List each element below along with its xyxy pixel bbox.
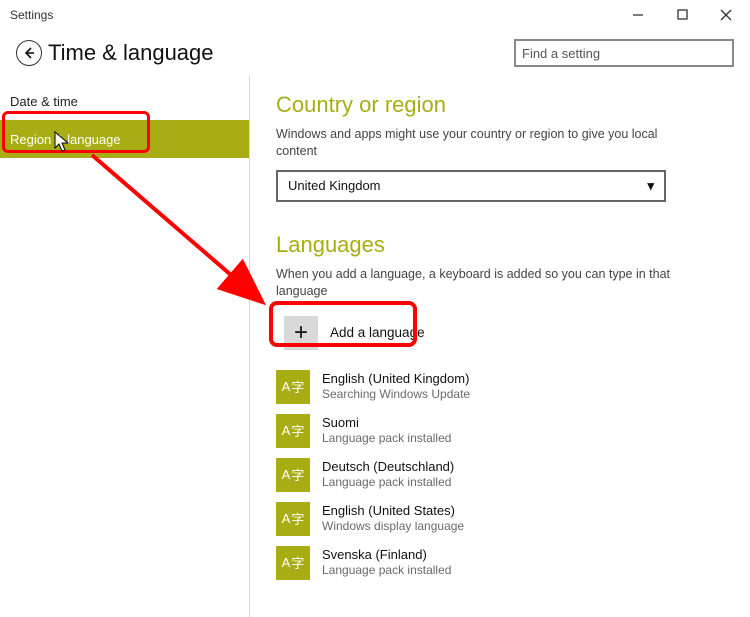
content-pane: Country or region Windows and apps might… <box>250 76 750 617</box>
sidebar: Date & time Region & language <box>0 76 250 617</box>
close-button[interactable] <box>704 0 748 30</box>
page-title: Time & language <box>48 40 514 66</box>
language-status: Windows display language <box>322 519 464 534</box>
window-title: Settings <box>10 8 616 22</box>
language-tile-icon: A字 <box>276 414 310 448</box>
language-item[interactable]: A字 English (United Kingdom) Searching Wi… <box>276 370 724 404</box>
search-input[interactable]: Find a setting <box>514 39 734 67</box>
language-item[interactable]: A字 English (United States) Windows displ… <box>276 502 724 536</box>
country-heading: Country or region <box>276 92 724 118</box>
sidebar-item-label: Region & language <box>10 132 121 147</box>
add-language-button[interactable]: + Add a language <box>276 310 656 356</box>
titlebar: Settings <box>0 0 750 30</box>
back-button[interactable] <box>16 40 42 66</box>
sidebar-item-label: Date & time <box>10 94 78 109</box>
language-status: Language pack installed <box>322 563 451 578</box>
language-item[interactable]: A字 Svenska (Finland) Language pack insta… <box>276 546 724 580</box>
language-name: English (United Kingdom) <box>322 371 470 387</box>
sidebar-item-region-language[interactable]: Region & language <box>0 120 249 158</box>
search-placeholder: Find a setting <box>522 46 600 61</box>
page-header: Time & language Find a setting <box>0 30 750 76</box>
language-tile-icon: A字 <box>276 546 310 580</box>
maximize-button[interactable] <box>660 0 704 30</box>
language-item[interactable]: A字 Deutsch (Deutschland) Language pack i… <box>276 458 724 492</box>
language-list: A字 English (United Kingdom) Searching Wi… <box>276 370 724 580</box>
language-item[interactable]: A字 Suomi Language pack installed <box>276 414 724 448</box>
language-tile-icon: A字 <box>276 370 310 404</box>
language-tile-icon: A字 <box>276 458 310 492</box>
languages-description: When you add a language, a keyboard is a… <box>276 266 676 300</box>
add-language-label: Add a language <box>330 325 425 340</box>
language-status: Searching Windows Update <box>322 387 470 402</box>
plus-icon: + <box>284 316 318 350</box>
language-name: Deutsch (Deutschland) <box>322 459 454 475</box>
language-name: Suomi <box>322 415 451 431</box>
language-tile-icon: A字 <box>276 502 310 536</box>
chevron-down-icon: ▾ <box>647 178 654 194</box>
country-dropdown-value: United Kingdom <box>288 178 381 193</box>
languages-heading: Languages <box>276 232 724 258</box>
language-status: Language pack installed <box>322 431 451 446</box>
language-name: English (United States) <box>322 503 464 519</box>
country-dropdown[interactable]: United Kingdom ▾ <box>276 170 666 202</box>
language-name: Svenska (Finland) <box>322 547 451 563</box>
language-status: Language pack installed <box>322 475 454 490</box>
minimize-button[interactable] <box>616 0 660 30</box>
country-description: Windows and apps might use your country … <box>276 126 676 160</box>
sidebar-item-date-time[interactable]: Date & time <box>0 82 249 120</box>
